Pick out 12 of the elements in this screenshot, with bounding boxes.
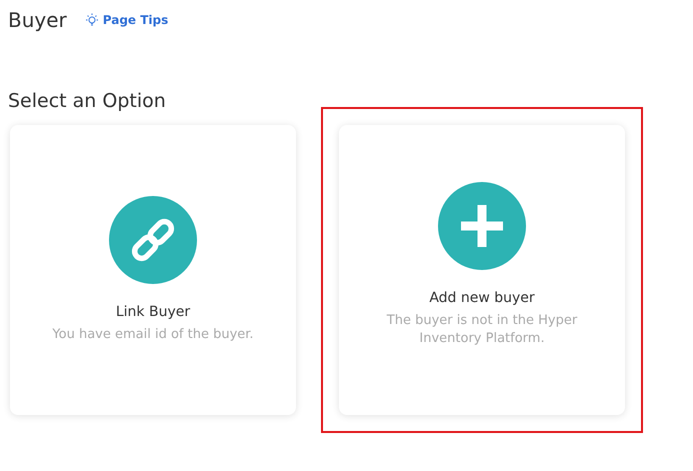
option-description: You have email id of the buyer. [52, 326, 254, 344]
option-title: Link Buyer [116, 304, 190, 320]
option-title: Add new buyer [429, 290, 535, 306]
page-title: Buyer [8, 8, 67, 32]
option-description: The buyer is not in the Hyper Inventory Platform. [386, 312, 578, 348]
plus-icon [438, 182, 526, 270]
option-card[interactable]: Add new buyer The buyer is not in the Hyper Inventory Platform. [339, 125, 625, 415]
page-tips-link[interactable]: Page Tips [84, 13, 168, 27]
link-icon [109, 196, 197, 284]
lightbulb-icon [84, 13, 99, 27]
option-card[interactable]: Link Buyer You have email id of the buyer. [10, 125, 296, 415]
section-title: Select an Option [8, 90, 167, 114]
